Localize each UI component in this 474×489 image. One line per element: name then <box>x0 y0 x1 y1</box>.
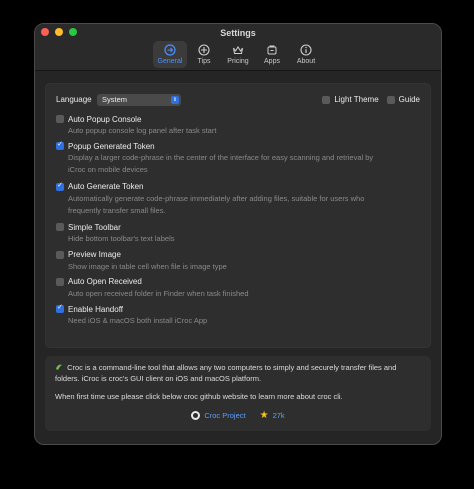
auto-generate-token-checkbox[interactable] <box>56 181 64 191</box>
tab-tips[interactable]: Tips <box>187 41 221 68</box>
about-icon <box>300 44 312 56</box>
setting-preview-image: Preview Image Show image in table cell w… <box>56 249 420 276</box>
settings-window: Settings General Tips Pricing Apps About… <box>34 23 442 445</box>
setting-description: Hide bottom toolbar's text labels <box>68 234 175 244</box>
setting-label: Auto Generate Token <box>68 182 144 192</box>
tab-pricing-label: Pricing <box>227 58 249 65</box>
general-settings-panel: Language System ⇕ Light Theme Guide Auto… <box>45 83 431 348</box>
theme-options: Light Theme Guide <box>322 95 420 104</box>
enable-handoff-checkbox[interactable] <box>56 303 64 314</box>
setting-auto-popup-console: Auto Popup Console Auto popup console lo… <box>56 113 420 140</box>
guide-option[interactable]: Guide <box>386 95 420 104</box>
tab-apps[interactable]: Apps <box>255 41 289 68</box>
stars-count: 27k <box>272 411 285 420</box>
tab-about[interactable]: About <box>289 41 323 68</box>
preview-image-checkbox[interactable] <box>56 250 64 259</box>
tips-icon <box>198 44 210 56</box>
tab-general-label: General <box>157 58 183 65</box>
about-instruction: When first time use please click below c… <box>55 392 343 401</box>
popup-generated-token-checkbox[interactable] <box>56 140 64 151</box>
guide-checkbox[interactable] <box>386 95 395 104</box>
titlebar-divider <box>35 70 441 71</box>
setting-simple-toolbar: Simple Toolbar Hide bottom toolbar's tex… <box>56 221 420 248</box>
general-icon <box>164 44 176 56</box>
pricing-icon <box>233 46 243 54</box>
title-bar: Settings General Tips Pricing Apps About <box>35 24 441 70</box>
setting-popup-generated-token: Popup Generated Token Display a larger c… <box>56 140 420 181</box>
light-theme-checkbox[interactable] <box>322 95 331 104</box>
simple-toolbar-checkbox[interactable] <box>56 223 64 232</box>
chevron-up-down-icon: ⇕ <box>171 96 179 104</box>
setting-auto-open-received: Auto Open Received Auto open received fo… <box>56 276 420 303</box>
stars-link[interactable]: ★ 27k <box>260 410 285 421</box>
tab-pricing[interactable]: Pricing <box>221 41 255 68</box>
croc-project-link[interactable]: Croc Project <box>191 410 246 421</box>
guide-label: Guide <box>398 95 420 104</box>
tab-tips-label: Tips <box>197 58 211 65</box>
setting-label: Preview Image <box>68 250 121 260</box>
setting-description: Automatically generate code-phrase immed… <box>68 193 365 203</box>
setting-description-cont: iCroc on mobile devices <box>68 165 148 175</box>
tab-about-label: About <box>296 58 316 65</box>
about-links: Croc Project ★ 27k <box>55 410 421 421</box>
setting-description: Need iOS & macOS both install iCroc App <box>68 316 208 326</box>
croc-logo-icon <box>56 364 62 370</box>
setting-label: Enable Handoff <box>68 304 124 314</box>
setting-description: Show image in table cell when file is im… <box>68 261 227 271</box>
setting-description: Auto open received folder in Finder when… <box>68 288 249 298</box>
tab-general[interactable]: General <box>153 41 187 68</box>
language-select[interactable]: System ⇕ <box>97 94 181 106</box>
setting-label: Simple Toolbar <box>68 222 121 232</box>
setting-enable-handoff: Enable Handoff Need iOS & macOS both ins… <box>56 303 420 330</box>
setting-label: Auto Open Received <box>68 277 142 287</box>
auto-open-received-checkbox[interactable] <box>56 277 64 286</box>
star-icon: ★ <box>259 410 269 421</box>
light-theme-label: Light Theme <box>334 95 379 104</box>
apps-icon <box>267 45 277 55</box>
about-description: Croc is a command-line tool that allows … <box>55 362 421 384</box>
setting-label: Popup Generated Token <box>68 141 155 151</box>
toolbar-tabs: General Tips Pricing Apps About <box>35 41 441 68</box>
github-icon <box>191 411 201 420</box>
light-theme-option[interactable]: Light Theme <box>322 95 379 104</box>
language-row: Language System ⇕ Light Theme Guide <box>56 94 420 108</box>
language-label: Language <box>56 95 92 104</box>
settings-list: Auto Popup Console Auto popup console lo… <box>56 113 420 330</box>
setting-label: Auto Popup Console <box>68 114 142 124</box>
auto-popup-console-checkbox[interactable] <box>56 115 64 123</box>
setting-description: Auto popup console log panel after task … <box>68 126 217 135</box>
setting-auto-generate-token: Auto Generate Token Automatically genera… <box>56 181 420 222</box>
tab-apps-label: Apps <box>264 58 280 65</box>
language-value: System <box>102 95 128 104</box>
about-panel: Croc is a command-line tool that allows … <box>45 356 431 431</box>
setting-description-cont: frequently transfer small files. <box>68 205 166 215</box>
about-text: Croc is a command-line tool that allows … <box>55 363 397 383</box>
croc-project-label: Croc Project <box>204 411 246 420</box>
setting-description: Display a larger code-phrase in the cent… <box>68 153 374 163</box>
window-title: Settings <box>220 28 256 38</box>
